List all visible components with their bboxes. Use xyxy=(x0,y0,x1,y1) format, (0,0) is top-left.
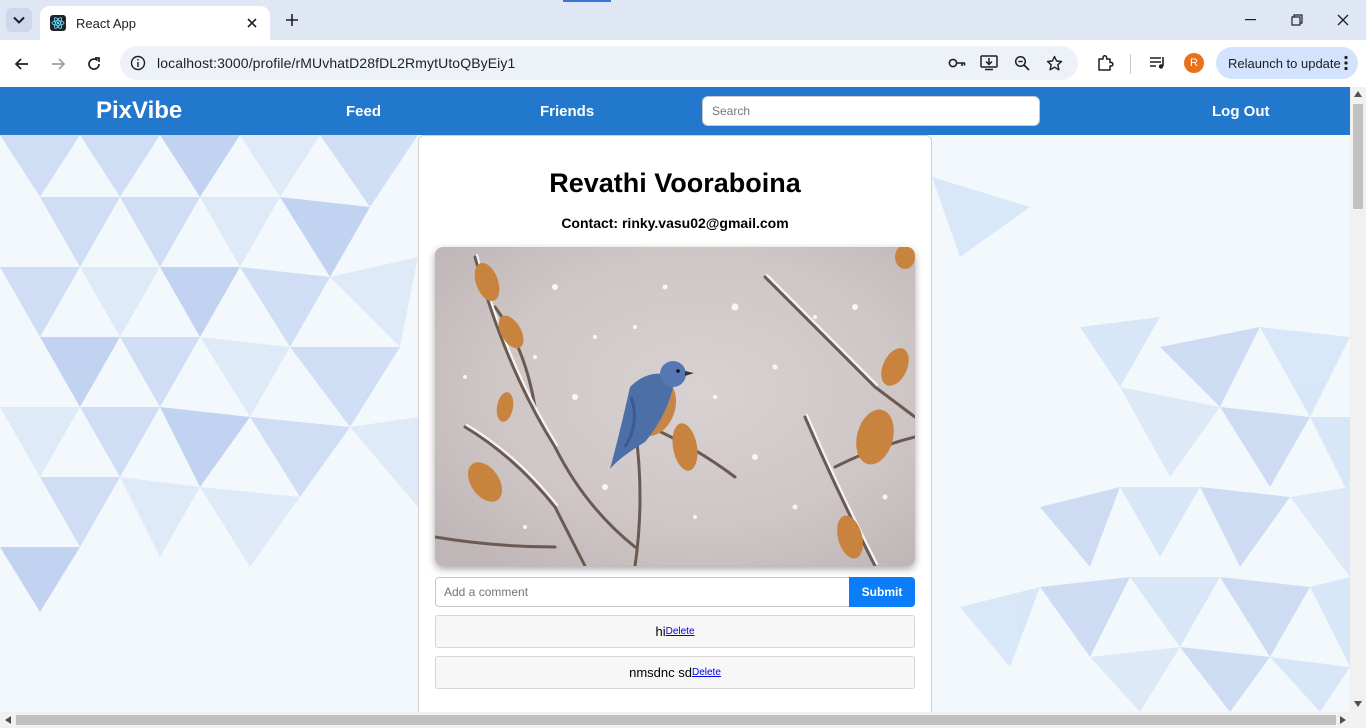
comment-text: nmsdnc sd xyxy=(629,665,692,680)
password-key-icon[interactable] xyxy=(948,54,966,72)
tab-title: React App xyxy=(76,15,136,31)
zoom-icon[interactable] xyxy=(1013,54,1031,72)
back-button[interactable] xyxy=(8,50,36,78)
vertical-scroll-thumb[interactable] xyxy=(1353,104,1363,209)
restore-icon xyxy=(1291,14,1303,26)
extensions-icon[interactable] xyxy=(1095,53,1115,73)
tab-search-button[interactable] xyxy=(6,8,32,32)
search-input[interactable] xyxy=(702,96,1040,126)
profile-contact: Contact: rinky.vasu02@gmail.com xyxy=(419,215,931,231)
relaunch-update-button[interactable]: Relaunch to update xyxy=(1216,47,1358,79)
comment-text: hi xyxy=(655,624,666,639)
minimize-icon xyxy=(1245,19,1256,21)
react-favicon-icon xyxy=(50,15,66,31)
restore-button[interactable] xyxy=(1274,0,1320,40)
profile-avatar[interactable]: R xyxy=(1184,53,1204,73)
browser-tab[interactable]: React App xyxy=(40,6,270,40)
nav-feed-link[interactable]: Feed xyxy=(346,103,381,120)
more-vert-icon xyxy=(1344,55,1348,71)
delete-comment-link[interactable]: Delete xyxy=(666,626,695,637)
reload-icon xyxy=(88,57,100,70)
contact-email: rinky.vasu02@gmail.com xyxy=(621,215,789,231)
logout-link[interactable]: Log Out xyxy=(1212,103,1269,120)
brand-logo[interactable]: PixVibe xyxy=(96,97,182,125)
browser-tabstrip: React App xyxy=(0,0,1366,40)
url-text[interactable]: localhost:3000/profile/rMUvhatD28fDL2Rmy… xyxy=(157,55,515,71)
arrow-right-icon xyxy=(52,58,66,70)
submit-comment-button[interactable]: Submit xyxy=(849,577,915,607)
delete-comment-link[interactable]: Delete xyxy=(692,667,721,678)
profile-name: Revathi Vooraboina xyxy=(549,168,801,198)
close-icon xyxy=(1337,14,1349,26)
scroll-down-icon[interactable] xyxy=(1354,701,1362,707)
plus-icon xyxy=(286,14,298,26)
arrow-left-icon xyxy=(14,58,28,70)
vertical-scrollbar[interactable] xyxy=(1350,87,1366,712)
relaunch-label: Relaunch to update xyxy=(1228,55,1341,71)
scroll-left-icon[interactable] xyxy=(5,716,11,724)
forward-button[interactable] xyxy=(44,50,72,78)
profile-card: Revathi Vooraboina Contact: rinky.vasu02… xyxy=(418,135,932,712)
new-tab-button[interactable] xyxy=(282,10,302,30)
contact-label: Contact: xyxy=(561,215,619,231)
post-image[interactable] xyxy=(435,247,915,566)
scroll-right-icon[interactable] xyxy=(1340,716,1346,724)
horizontal-scroll-thumb[interactable] xyxy=(16,715,1336,725)
browser-toolbar: localhost:3000/profile/rMUvhatD28fDL2Rmy… xyxy=(0,40,1366,87)
minimize-button[interactable] xyxy=(1228,0,1274,40)
tab-close-icon[interactable] xyxy=(244,15,260,31)
reload-button[interactable] xyxy=(80,50,108,78)
horizontal-scrollbar[interactable] xyxy=(0,712,1366,728)
site-info-icon[interactable] xyxy=(130,55,146,71)
comment-input[interactable] xyxy=(435,577,850,607)
address-bar[interactable]: localhost:3000/profile/rMUvhatD28fDL2Rmy… xyxy=(120,46,1078,80)
chevron-down-icon xyxy=(13,16,25,24)
install-app-icon[interactable] xyxy=(980,54,998,72)
tab-indicator xyxy=(563,0,611,2)
bookmark-star-icon[interactable] xyxy=(1045,54,1063,72)
app-navbar: PixVibe Feed Friends Log Out xyxy=(0,87,1350,135)
scroll-up-icon[interactable] xyxy=(1354,91,1362,97)
nav-friends-link[interactable]: Friends xyxy=(540,103,594,120)
comment-item: nmsdnc sd Delete xyxy=(435,656,915,689)
close-window-button[interactable] xyxy=(1320,0,1366,40)
toolbar-separator xyxy=(1130,54,1131,74)
bluebird-photo xyxy=(435,247,915,566)
page-viewport: PixVibe Feed Friends Log Out Revathi Voo… xyxy=(0,87,1350,712)
media-controls-icon[interactable] xyxy=(1148,53,1168,73)
comment-item: hi Delete xyxy=(435,615,915,648)
